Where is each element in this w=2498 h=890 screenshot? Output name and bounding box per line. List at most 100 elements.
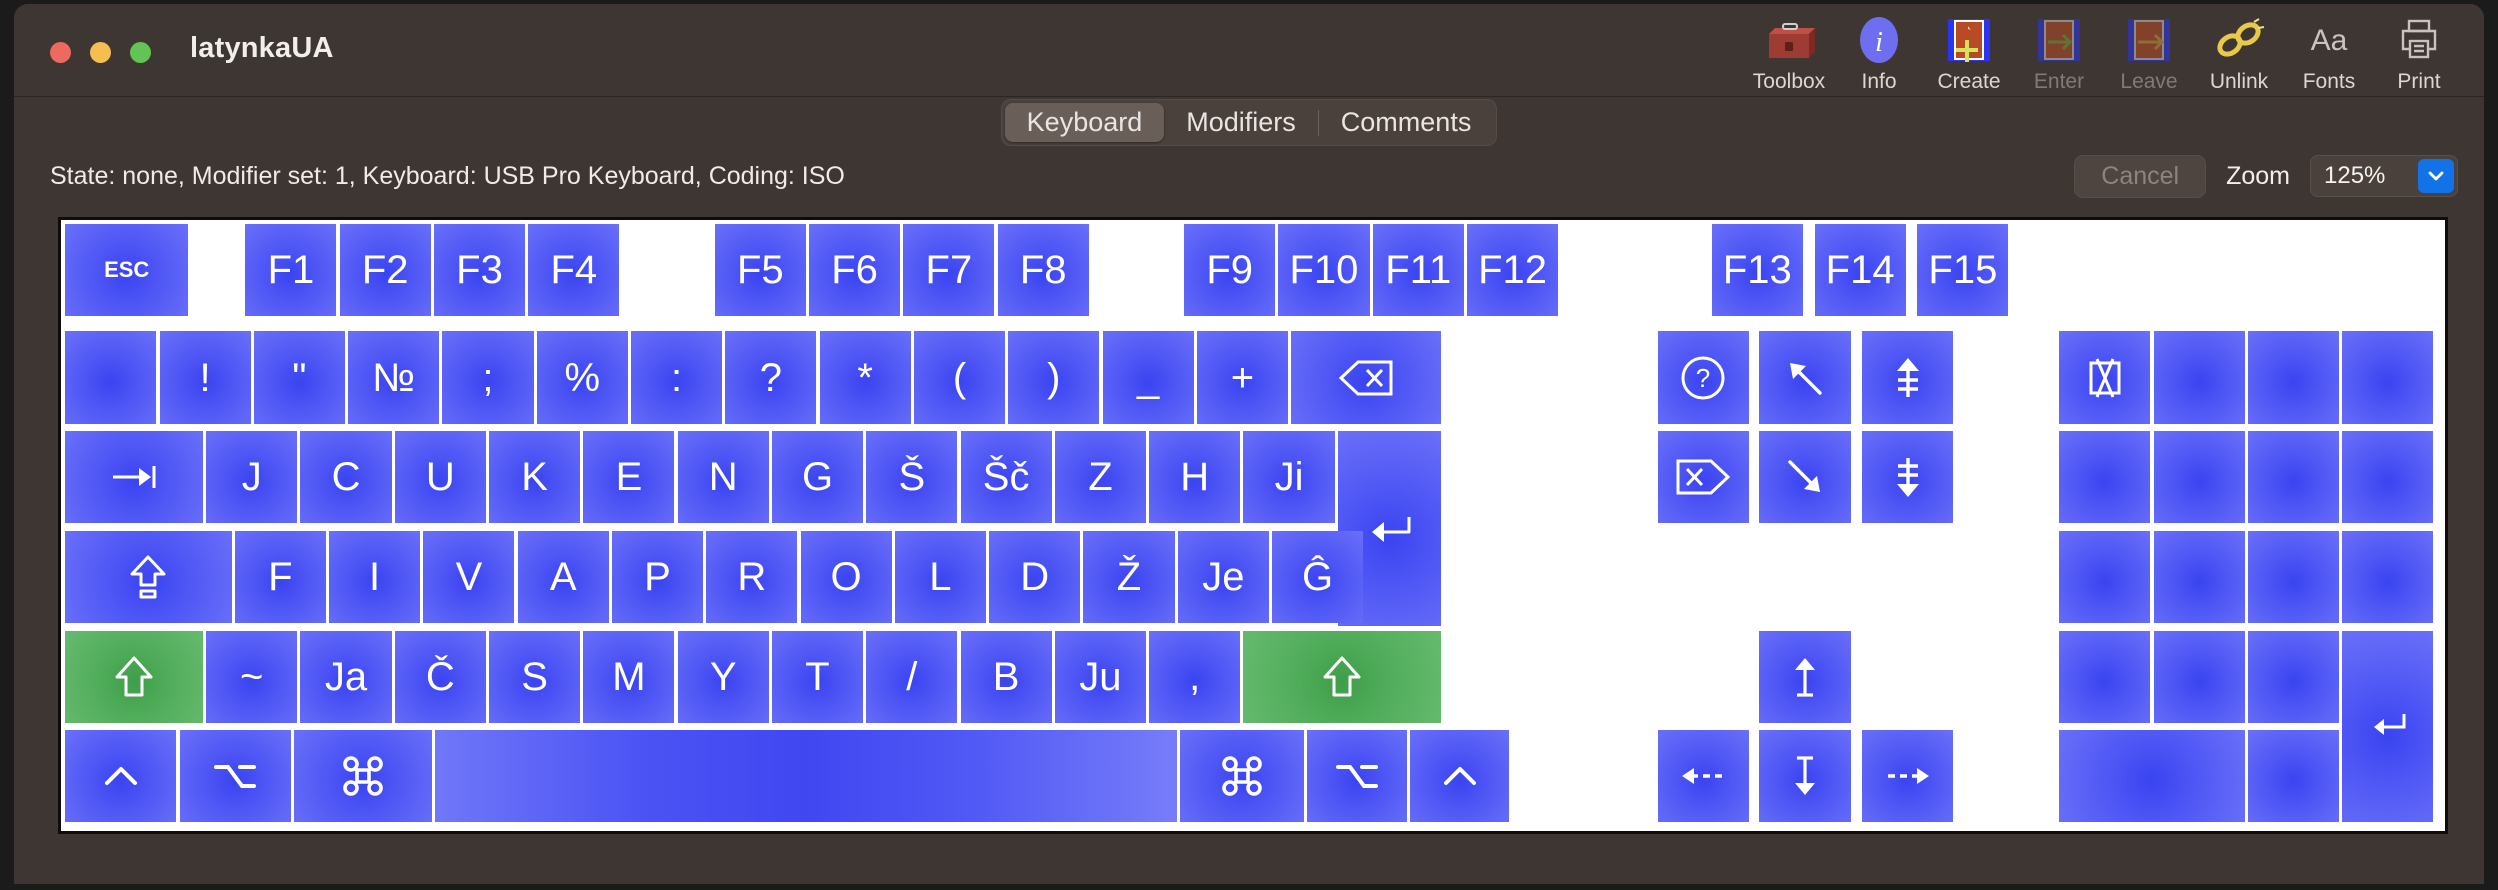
key-command-left[interactable] xyxy=(294,730,432,823)
key-7-question[interactable]: ? xyxy=(725,331,817,424)
key-option-right[interactable] xyxy=(1307,730,1407,823)
key-numlock-clear[interactable] xyxy=(2059,331,2151,424)
key-f-a[interactable]: A xyxy=(517,530,609,624)
toolbar-button-leave[interactable]: Leave xyxy=(2104,10,2194,94)
key-x-ccaron[interactable]: Č xyxy=(394,630,486,723)
close-button[interactable] xyxy=(50,42,71,63)
key-6-colon[interactable]: : xyxy=(631,331,723,424)
key-grave[interactable] xyxy=(65,331,157,424)
key-l-d[interactable]: D xyxy=(989,530,1081,624)
key-f11[interactable]: F11 xyxy=(1372,224,1464,317)
key-shift-left[interactable] xyxy=(65,630,203,723)
key-delete-backspace[interactable] xyxy=(1291,331,1441,424)
key-arrow-left[interactable] xyxy=(1657,730,1749,823)
key-5-percent[interactable]: % xyxy=(536,331,628,424)
toolbar-button-enter[interactable]: Enter xyxy=(2014,10,2104,94)
key-control-right[interactable] xyxy=(1409,730,1510,823)
key-num-divide[interactable] xyxy=(2247,331,2340,424)
key-w-c[interactable]: C xyxy=(300,431,392,524)
key-control-left[interactable] xyxy=(65,730,177,823)
key-f6[interactable]: F6 xyxy=(809,224,901,317)
key-u-g[interactable]: G xyxy=(771,431,864,524)
key-num-3[interactable] xyxy=(2247,630,2340,723)
key-i-scaron[interactable]: Š xyxy=(866,431,958,524)
key-tab[interactable] xyxy=(65,431,203,524)
key-comma-b[interactable]: B xyxy=(960,630,1052,723)
toolbar-button-create[interactable]: Create xyxy=(1924,10,2014,94)
key-arrow-down[interactable] xyxy=(1759,730,1851,823)
key-c-s[interactable]: S xyxy=(489,630,581,723)
key-3-numero[interactable]: № xyxy=(348,331,440,424)
key-b-y[interactable]: Y xyxy=(677,630,769,723)
key-bracketleft-h[interactable]: H xyxy=(1149,431,1241,524)
key-command-right[interactable] xyxy=(1179,730,1304,823)
key-help[interactable]: ? xyxy=(1657,331,1749,424)
key-page-up[interactable] xyxy=(1862,331,1954,424)
key-g-p[interactable]: P xyxy=(611,530,704,624)
key-slash-comma[interactable]: , xyxy=(1149,630,1241,723)
key-escape[interactable]: ESC xyxy=(65,224,189,317)
key-d-v[interactable]: V xyxy=(423,530,515,624)
key-t-e[interactable]: E xyxy=(583,431,675,524)
key-f5[interactable]: F5 xyxy=(714,224,806,317)
zoom-select[interactable]: 125% xyxy=(2310,155,2458,197)
key-s-i[interactable]: I xyxy=(329,530,421,624)
key-8-asterisk[interactable]: * xyxy=(819,331,911,424)
key-bracketright-ji[interactable]: Ji xyxy=(1243,431,1335,524)
key-period-ju[interactable]: Ju xyxy=(1054,630,1146,723)
key-f8[interactable]: F8 xyxy=(997,224,1089,317)
key-quote-je[interactable]: Je xyxy=(1177,530,1269,624)
key-num-multiply[interactable] xyxy=(2342,331,2434,424)
key-e-u[interactable]: U xyxy=(394,431,486,524)
key-equal-plus[interactable]: + xyxy=(1196,331,1288,424)
key-arrow-right[interactable] xyxy=(1862,730,1954,823)
key-end[interactable] xyxy=(1759,431,1851,524)
key-f9[interactable]: F9 xyxy=(1184,224,1276,317)
key-0-parenright[interactable]: ) xyxy=(1008,331,1100,424)
key-h-r[interactable]: R xyxy=(706,530,798,624)
key-num-enter[interactable] xyxy=(2342,630,2434,823)
key-space[interactable] xyxy=(435,730,1177,823)
tab-modifiers[interactable]: Modifiers xyxy=(1164,103,1318,142)
key-num-4[interactable] xyxy=(2059,530,2151,624)
key-num-7[interactable] xyxy=(2059,431,2151,524)
tab-comments[interactable]: Comments xyxy=(1319,103,1494,142)
key-2-quote[interactable]: " xyxy=(253,331,345,424)
key-4-semicolon[interactable]: ; xyxy=(442,331,534,424)
key-k-l[interactable]: L xyxy=(894,530,986,624)
key-backslash-gcirc[interactable]: Ĝ xyxy=(1272,530,1364,624)
chevron-down-icon[interactable] xyxy=(2418,159,2454,193)
key-o-sccaron[interactable]: Šč xyxy=(960,431,1052,524)
key-f12[interactable]: F12 xyxy=(1467,224,1559,317)
key-f4[interactable]: F4 xyxy=(528,224,620,317)
key-option-left[interactable] xyxy=(179,730,291,823)
key-num-5[interactable] xyxy=(2153,530,2245,624)
toolbar-button-info[interactable]: i Info xyxy=(1834,10,1924,94)
key-num-9[interactable] xyxy=(2247,431,2340,524)
key-num-decimal[interactable] xyxy=(2247,730,2340,823)
tab-keyboard[interactable]: Keyboard xyxy=(1004,103,1165,142)
key-n-t[interactable]: T xyxy=(771,630,864,723)
zoom-button[interactable] xyxy=(130,42,151,63)
key-f14[interactable]: F14 xyxy=(1814,224,1906,317)
toolbar-button-fonts[interactable]: Aa Fonts xyxy=(2284,10,2374,94)
key-m-slash[interactable]: / xyxy=(866,630,958,723)
toolbar-button-unlink[interactable]: Unlink xyxy=(2194,10,2284,94)
key-f15[interactable]: F15 xyxy=(1917,224,2009,317)
key-num-8[interactable] xyxy=(2153,431,2245,524)
key-v-m[interactable]: M xyxy=(583,630,675,723)
key-minus-underscore[interactable]: _ xyxy=(1102,331,1194,424)
key-num-equal[interactable] xyxy=(2153,331,2245,424)
key-r-k[interactable]: K xyxy=(489,431,581,524)
key-shift-right[interactable] xyxy=(1243,630,1441,723)
key-arrow-up[interactable] xyxy=(1759,630,1851,723)
key-1-exclam[interactable]: ! xyxy=(159,331,251,424)
cancel-button[interactable]: Cancel xyxy=(2074,154,2207,198)
key-f7[interactable]: F7 xyxy=(903,224,995,317)
key-num-plus[interactable] xyxy=(2342,530,2434,624)
toolbar-button-print[interactable]: Print xyxy=(2374,10,2464,94)
key-section-tilde[interactable]: ~ xyxy=(206,630,298,723)
key-home[interactable] xyxy=(1759,331,1851,424)
key-num-0[interactable] xyxy=(2059,730,2245,823)
key-num-minus[interactable] xyxy=(2342,431,2434,524)
